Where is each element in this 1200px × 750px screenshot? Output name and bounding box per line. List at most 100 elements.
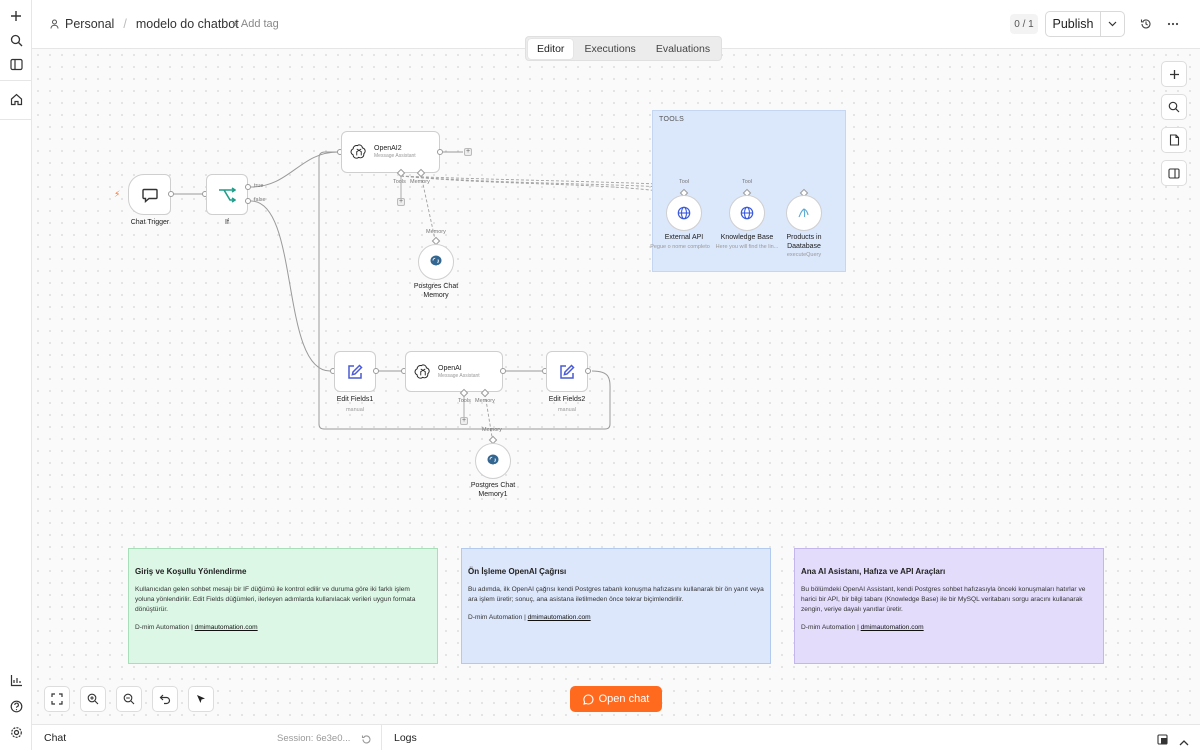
fit-view-button[interactable] (44, 686, 70, 712)
zoom-in-icon (87, 693, 99, 705)
plus-icon[interactable] (6, 6, 26, 26)
search-icon[interactable] (6, 30, 26, 50)
chat-panel-title[interactable]: Chat (44, 732, 66, 744)
knowledge-base-node[interactable] (729, 195, 765, 231)
settings-icon[interactable] (6, 722, 26, 742)
insights-icon[interactable] (6, 670, 26, 690)
zoom-out-button[interactable] (116, 686, 142, 712)
tab-editor[interactable]: Editor (528, 38, 574, 59)
edit-icon (348, 363, 363, 379)
chevron-up-icon[interactable] (1179, 733, 1189, 750)
publish-dropdown-button[interactable] (1100, 11, 1125, 37)
zoom-in-button[interactable] (80, 686, 106, 712)
edit-fields1-node[interactable] (334, 351, 376, 392)
output-port[interactable] (585, 368, 591, 374)
products-database-subtitle: executeQuery (786, 252, 822, 258)
true-output-port[interactable] (245, 184, 251, 190)
output-port[interactable] (168, 191, 174, 197)
add-next-node-button[interactable]: + (464, 148, 472, 156)
tab-evaluations[interactable]: Evaluations (647, 39, 719, 59)
if-node[interactable] (206, 174, 248, 215)
sticky-note-preprocessing[interactable]: Ön İşleme OpenAI Çağrısı Bu adımda, ilk … (461, 548, 771, 664)
branch-icon (219, 186, 236, 203)
memory-edge-label: Memory (482, 427, 502, 433)
chat-bubble-icon (141, 188, 158, 203)
memory-edge-label: Memory (426, 229, 446, 235)
external-api-label: External API (664, 234, 704, 241)
add-tag-button[interactable]: + Add tag (232, 18, 279, 30)
edit-fields1-subtitle: manual (345, 407, 365, 413)
openai-subtitle: Message Assistant (438, 372, 480, 379)
sticky-note-footer: D-mim Automation | dmimautomation.com (801, 624, 1097, 631)
tool-edge-label: Tool (742, 179, 753, 185)
chat-bubble-icon (582, 693, 594, 705)
openai-title: OpenAI (438, 364, 462, 372)
postgres-chat-memory1-node[interactable] (475, 443, 511, 479)
sticky-note-link[interactable]: dmimautomation.com (861, 624, 924, 631)
open-chat-label: Open chat (598, 693, 650, 705)
breadcrumb-workspace[interactable]: Personal (65, 17, 114, 31)
tidy-up-button[interactable] (188, 686, 214, 712)
panel-toggle-button[interactable] (1161, 160, 1187, 186)
chevron-down-icon (1108, 21, 1117, 27)
sticky-note-footer: D-mim Automation | dmimautomation.com (468, 614, 764, 621)
if-label: If (225, 219, 229, 226)
open-chat-button[interactable]: Open chat (570, 686, 662, 712)
undo-button[interactable] (152, 686, 178, 712)
sticky-note-link[interactable]: dmimautomation.com (528, 614, 591, 621)
external-api-node[interactable] (666, 195, 702, 231)
false-output-port[interactable] (245, 198, 251, 204)
rail-divider (0, 119, 32, 120)
search-nodes-button[interactable] (1161, 94, 1187, 120)
tab-executions[interactable]: Executions (575, 39, 644, 59)
openai-node[interactable]: OpenAI Message Assistant (405, 351, 503, 392)
reset-session-icon[interactable] (361, 732, 372, 750)
popout-icon[interactable] (1157, 732, 1168, 750)
more-options-icon[interactable] (1163, 14, 1183, 34)
sidebar-toggle-icon[interactable] (6, 54, 26, 74)
output-port[interactable] (373, 368, 379, 374)
knowledge-base-subtitle: Here you will find the lin... (715, 244, 779, 250)
edit-fields2-label: Edit Fields2 (548, 396, 586, 403)
zoom-out-icon (123, 693, 135, 705)
postgres-chat-memory-node[interactable] (418, 244, 454, 280)
postgres-icon (430, 255, 442, 269)
add-tool-button[interactable]: + (460, 417, 468, 425)
sticky-note-main-assistant[interactable]: Ana AI Asistanı, Hafıza ve API Araçları … (794, 548, 1104, 664)
add-node-button[interactable] (1161, 61, 1187, 87)
postgres-chat-memory1-label: Postgres Chat Memory1 (470, 482, 516, 498)
help-icon[interactable] (6, 696, 26, 716)
products-database-node[interactable] (786, 195, 822, 231)
breadcrumb: Personal / modelo do chatbot (50, 17, 239, 31)
undo-icon (159, 694, 171, 705)
output-port[interactable] (500, 368, 506, 374)
sticky-note-body: Bu bölümdeki OpenAI Assistant, kendi Pos… (801, 586, 1086, 613)
trigger-bolt-icon: ⚡ (114, 189, 121, 199)
edit-fields2-subtitle: manual (557, 407, 577, 413)
chat-trigger-node[interactable] (128, 174, 171, 215)
memory-connector-label: Memory (475, 398, 495, 404)
openai2-node[interactable]: OpenAI2 Message Assistant (341, 131, 440, 173)
sticky-note-title: Giriş ve Koşullu Yönlendirme (135, 567, 247, 576)
publish-button[interactable]: Publish (1045, 11, 1101, 37)
history-icon[interactable] (1136, 14, 1156, 34)
openai-icon (350, 144, 366, 159)
sticky-note-link[interactable]: dmimautomation.com (195, 624, 258, 631)
edit-fields2-node[interactable] (546, 351, 588, 392)
output-port[interactable] (437, 149, 443, 155)
session-id: Session: 6e3e0... (277, 733, 351, 744)
sticky-note-footer-text: D-mim Automation | (468, 613, 526, 621)
left-rail (0, 0, 32, 750)
sticky-note-routing[interactable]: Giriş ve Koşullu Yönlendirme Kullanıcıda… (128, 548, 438, 664)
fit-view-icon (51, 693, 63, 705)
home-icon[interactable] (6, 89, 26, 109)
workflow-name[interactable]: modelo do chatbot (136, 17, 239, 31)
sticky-note-title: Ön İşleme OpenAI Çağrısı (468, 567, 567, 576)
sticky-note-button[interactable] (1161, 127, 1187, 153)
memory-connector-label: Memory (410, 179, 430, 185)
add-tool-button[interactable]: + (397, 198, 405, 206)
tool-edge-label: Tool (679, 179, 690, 185)
logs-panel-title[interactable]: Logs (394, 732, 417, 744)
note-icon (1169, 134, 1179, 146)
sticky-note-body: Bu adımda, ilk OpenAI çağrısı kendi Post… (468, 586, 764, 603)
